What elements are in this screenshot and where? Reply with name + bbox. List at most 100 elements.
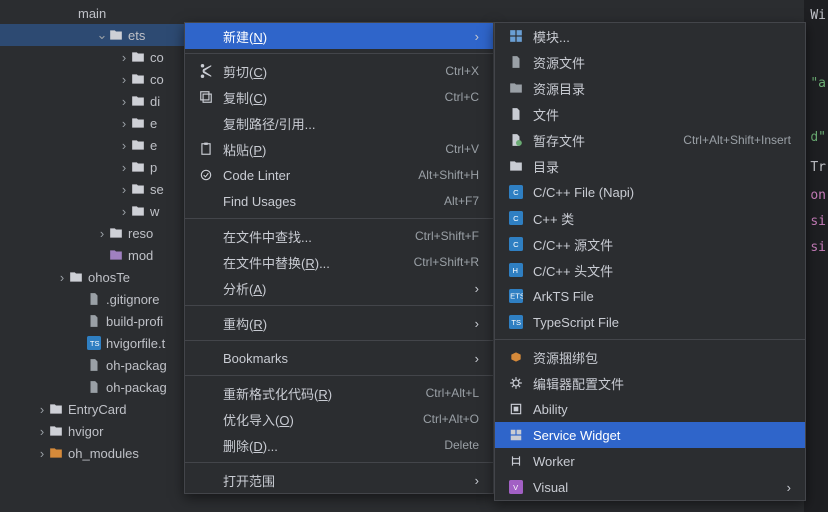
separator: [185, 462, 493, 463]
lint-icon: [199, 168, 217, 182]
folder-icon: [130, 137, 146, 153]
menu-item[interactable]: 新建(N)›: [185, 23, 493, 49]
menu-item[interactable]: 重新格式化代码(R)Ctrl+Alt+L: [185, 380, 493, 406]
menu-item[interactable]: 复制路径/引用...: [185, 110, 493, 136]
menu-item[interactable]: Find UsagesAlt+F7: [185, 188, 493, 214]
svg-text:C: C: [513, 188, 519, 197]
folder-icon: [130, 159, 146, 175]
tree-item-ets[interactable]: ⌄ ets: [0, 24, 200, 46]
project-tree[interactable]: main ⌄ ets ›co›co›di›e›e›p›se›w ›reso mo…: [0, 0, 200, 464]
tree-item[interactable]: ›e: [0, 134, 200, 156]
menu-item-label: 剪切(C): [223, 62, 445, 81]
chevron-right-icon: ›: [469, 29, 479, 44]
shortcut: Delete: [444, 438, 479, 452]
menu-item[interactable]: 在文件中替换(R)...Ctrl+Shift+R: [185, 249, 493, 275]
menu-item[interactable]: 打开范围›: [185, 467, 493, 493]
menu-item[interactable]: 资源文件: [495, 49, 805, 75]
ets-icon: ETS: [509, 289, 527, 303]
scratch-icon: [509, 133, 527, 147]
tree-item[interactable]: ›co: [0, 68, 200, 90]
menu-item[interactable]: 分析(A)›: [185, 275, 493, 301]
menu-item-label: 编辑器配置文件: [533, 374, 791, 393]
menu-item[interactable]: 编辑器配置文件: [495, 370, 805, 396]
menu-item-label: Worker: [533, 454, 791, 469]
menu-item[interactable]: C C++ 类: [495, 205, 805, 231]
shortcut: Ctrl+Alt+O: [423, 412, 479, 426]
menu-item-label: TypeScript File: [533, 315, 791, 330]
shortcut: Ctrl+Shift+F: [415, 229, 479, 243]
menu-item-label: 资源捆绑包: [533, 348, 791, 367]
menu-item-label: 优化导入(O): [223, 410, 423, 429]
menu-item[interactable]: VVisual›: [495, 474, 805, 500]
menu-item[interactable]: 剪切(C)Ctrl+X: [185, 58, 493, 84]
menu-item[interactable]: 暂存文件Ctrl+Alt+Shift+Insert: [495, 127, 805, 153]
menu-item-label: C++ 类: [533, 209, 791, 228]
menu-item[interactable]: 重构(R)›: [185, 310, 493, 336]
menu-item[interactable]: Ability: [495, 396, 805, 422]
svg-text:TS: TS: [90, 339, 100, 348]
menu-item-label: 在文件中替换(R)...: [223, 253, 414, 272]
menu-item[interactable]: Bookmarks›: [185, 345, 493, 371]
menu-item-label: 重新格式化代码(R): [223, 384, 426, 403]
menu-item[interactable]: ETSArkTS File: [495, 283, 805, 309]
menu-item[interactable]: TS TypeScript File: [495, 309, 805, 335]
new-submenu[interactable]: 模块...资源文件资源目录文件暂存文件Ctrl+Alt+Shift+Insert…: [494, 22, 806, 501]
menu-item[interactable]: 粘贴(P)Ctrl+V: [185, 136, 493, 162]
separator: [495, 339, 805, 340]
resfile-icon: [509, 55, 527, 69]
menu-item[interactable]: CC/C++ File (Napi): [495, 179, 805, 205]
chevron-right-icon: ›: [118, 50, 130, 65]
module-icon: [509, 29, 527, 43]
separator: [185, 53, 493, 54]
chevron-right-icon: ›: [469, 351, 479, 366]
c-icon: C: [509, 185, 527, 199]
shortcut: Ctrl+Alt+Shift+Insert: [683, 133, 791, 147]
tree-item[interactable]: ›e: [0, 112, 200, 134]
svg-text:C: C: [513, 240, 519, 249]
menu-item[interactable]: 文件: [495, 101, 805, 127]
folder-icon: [130, 93, 146, 109]
folder-icon: [130, 115, 146, 131]
separator: [185, 305, 493, 306]
menu-item[interactable]: Worker: [495, 448, 805, 474]
separator: [185, 340, 493, 341]
tree-item[interactable]: ›se: [0, 178, 200, 200]
menu-item[interactable]: 删除(D)...Delete: [185, 432, 493, 458]
shortcut: Ctrl+X: [445, 64, 479, 78]
menu-item[interactable]: CC/C++ 源文件: [495, 231, 805, 257]
widget-icon: [509, 428, 527, 442]
chevron-right-icon: ›: [96, 226, 108, 241]
menu-item[interactable]: Service Widget: [495, 422, 805, 448]
separator: [185, 375, 493, 376]
tree-item[interactable]: ›co: [0, 46, 200, 68]
worker-icon: [509, 454, 527, 468]
menu-item[interactable]: 优化导入(O)Ctrl+Alt+O: [185, 406, 493, 432]
menu-item-label: 删除(D)...: [223, 436, 444, 455]
shortcut: Ctrl+Shift+R: [414, 255, 479, 269]
folder-icon: [108, 27, 124, 43]
menu-item[interactable]: HC/C++ 头文件: [495, 257, 805, 283]
menu-item[interactable]: 资源捆绑包: [495, 344, 805, 370]
menu-item[interactable]: 模块...: [495, 23, 805, 49]
menu-item[interactable]: Code LinterAlt+Shift+H: [185, 162, 493, 188]
context-menu[interactable]: 新建(N)›剪切(C)Ctrl+X复制(C)Ctrl+C复制路径/引用...粘贴…: [184, 22, 494, 494]
svg-text:C: C: [513, 214, 519, 223]
menu-item-label: 在文件中查找...: [223, 227, 415, 246]
chevron-right-icon: ›: [469, 281, 479, 296]
menu-item[interactable]: 目录: [495, 153, 805, 179]
tree-item[interactable]: ›di: [0, 90, 200, 112]
ts-icon: TS: [509, 315, 527, 329]
menu-item[interactable]: 在文件中查找...Ctrl+Shift+F: [185, 223, 493, 249]
menu-item-label: 模块...: [533, 27, 791, 46]
menu-item-label: 打开范围: [223, 471, 469, 490]
menu-item-label: 重构(R): [223, 314, 469, 333]
tree-item[interactable]: ›w: [0, 200, 200, 222]
menu-item-label: 分析(A): [223, 279, 469, 298]
tree-item[interactable]: ›p: [0, 156, 200, 178]
menu-item-label: 暂存文件: [533, 131, 683, 150]
menu-item[interactable]: 复制(C)Ctrl+C: [185, 84, 493, 110]
menu-item-label: 复制(C): [223, 88, 445, 107]
menu-item[interactable]: 资源目录: [495, 75, 805, 101]
chevron-right-icon: ›: [118, 204, 130, 219]
bundle-icon: [509, 350, 527, 364]
